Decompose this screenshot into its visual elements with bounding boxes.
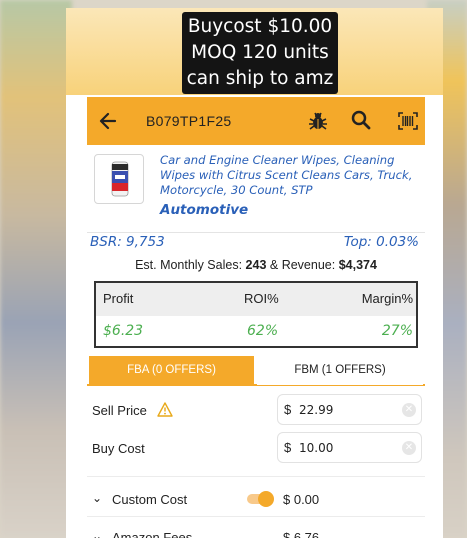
sell-price-label: Sell Price (92, 403, 147, 418)
search-icon[interactable] (351, 110, 371, 130)
margin-header: Margin% (361, 291, 413, 306)
profit-table: Profit ROI% Margin% $6.23 62% 27% (94, 281, 418, 348)
divider (87, 516, 425, 517)
barcode-scan-icon[interactable] (398, 112, 418, 130)
product-summary: Car and Engine Cleaner Wipes, Cleaning W… (87, 145, 425, 233)
buy-cost-label: Buy Cost (92, 441, 145, 456)
est-mid: & Revenue: (269, 258, 336, 272)
product-can-icon (111, 161, 129, 197)
top-percent-value: Top: 0.03% (343, 234, 419, 250)
amazon-fees-label: Amazon Fees (112, 530, 193, 538)
custom-cost-value: $ 0.00 (283, 492, 320, 507)
product-title-link[interactable]: Car and Engine Cleaner Wipes, Cleaning W… (160, 153, 422, 198)
profit-value: $6.23 (103, 323, 144, 339)
top-app-bar: B079TP1F25 (87, 97, 425, 145)
offer-tabs: FBA (0 OFFERS) FBM (1 OFFERS) (87, 355, 425, 386)
bsr-value: BSR: 9,753 (90, 234, 165, 250)
amazon-fees-value: $ 6.76 (283, 530, 320, 538)
buy-cost-value[interactable]: 10.00 (299, 441, 333, 455)
buy-cost-field[interactable]: $ 10.00 ✕ (277, 432, 422, 463)
caption-line: can ship to amz (186, 68, 334, 89)
caption-line: MOQ 120 units (191, 42, 329, 63)
margin-value: 27% (381, 323, 413, 339)
bug-icon[interactable] (308, 111, 328, 131)
arrow-left-icon[interactable] (99, 110, 117, 132)
est-sales-value: 243 (245, 258, 267, 272)
currency-symbol: $ (284, 402, 292, 417)
warning-icon[interactable] (157, 402, 173, 417)
caption-line: Buycost $10.00 (187, 16, 333, 37)
custom-cost-label: Custom Cost (112, 492, 188, 507)
screenshot-card: Buycost $10.00 MOQ 120 units can ship to… (66, 8, 443, 538)
toggle-knob (258, 491, 274, 507)
tab-fba[interactable]: FBA (0 OFFERS) (89, 356, 254, 385)
divider (87, 476, 425, 477)
clear-icon[interactable]: ✕ (402, 441, 416, 455)
est-revenue-value: $4,374 (338, 258, 377, 272)
caption-overlay: Buycost $10.00 MOQ 120 units can ship to… (182, 12, 338, 94)
asin-label: B079TP1F25 (146, 113, 232, 129)
background-left (0, 0, 72, 538)
sell-price-field[interactable]: $ 22.99 ✕ (277, 394, 422, 425)
product-category: Automotive (160, 202, 249, 218)
roi-header: ROI% (244, 291, 279, 306)
tab-fbm[interactable]: FBM (1 OFFERS) (257, 356, 423, 385)
currency-symbol: $ (284, 440, 292, 455)
sell-price-value[interactable]: 22.99 (299, 403, 333, 417)
roi-value: 62% (247, 323, 279, 339)
monthly-estimate: Est. Monthly Sales: 243 & Revenue: $4,37… (87, 258, 425, 272)
chevron-down-icon[interactable]: ⌄ (92, 529, 102, 538)
product-image[interactable] (94, 154, 144, 204)
profit-header: Profit (103, 291, 134, 306)
custom-cost-toggle[interactable] (247, 491, 274, 507)
est-prefix: Est. Monthly Sales: (135, 258, 243, 272)
app-screen: B079TP1F25 Car and Engine Cleaner Wipes,… (87, 97, 425, 538)
chevron-down-icon[interactable]: ⌄ (92, 491, 102, 505)
clear-icon[interactable]: ✕ (402, 403, 416, 417)
